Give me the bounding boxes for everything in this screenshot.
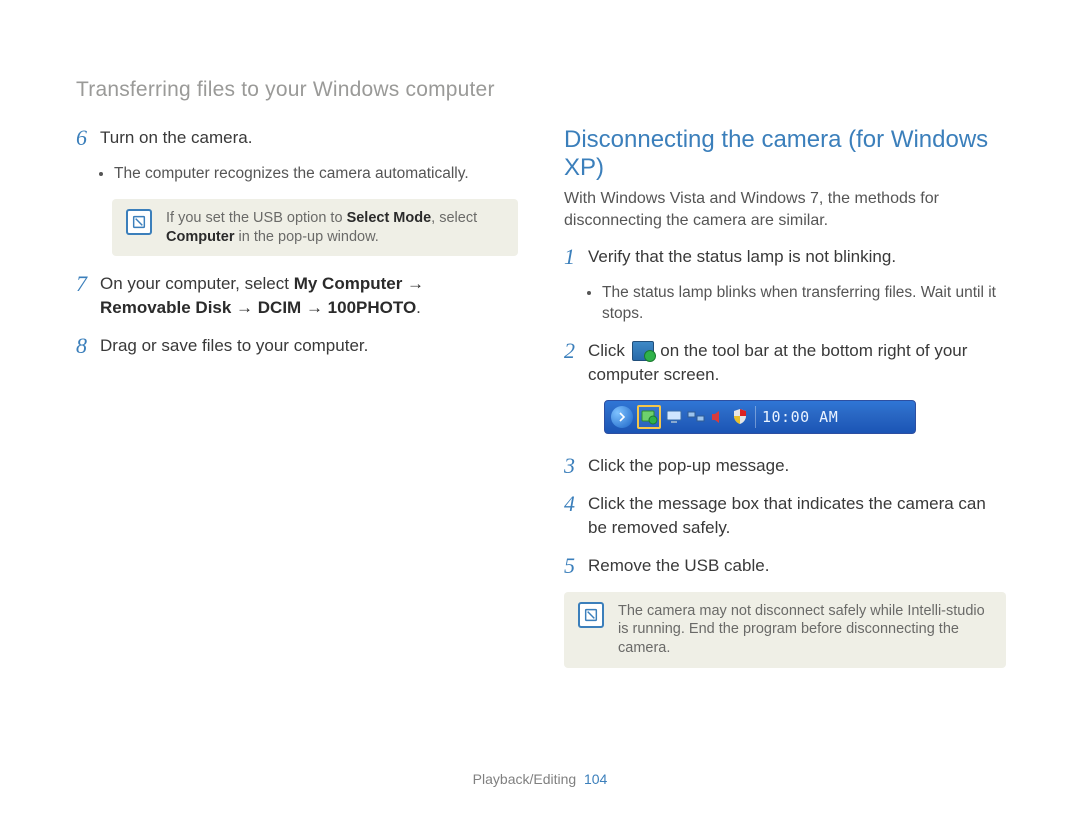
left-column: 6 Turn on the camera. The computer recog… [76, 126, 518, 684]
step-number: 7 [76, 272, 90, 295]
section-heading: Disconnecting the camera (for Windows XP… [564, 126, 1006, 182]
taskbar-figure: 10:00 AM [604, 400, 1006, 434]
shield-icon [731, 408, 749, 426]
tray-clock: 10:00 AM [762, 408, 838, 426]
step-3: 3 Click the pop-up message. [564, 454, 1006, 478]
network-icon [687, 408, 705, 426]
step-number: 1 [564, 245, 578, 268]
note-text: If you set the USB option to Select Mode… [166, 209, 504, 247]
step-6: 6 Turn on the camera. [76, 126, 518, 150]
step-text: Drag or save files to your computer. [100, 334, 518, 358]
section-intro: With Windows Vista and Windows 7, the me… [564, 188, 1006, 231]
footer-section: Playback/Editing [473, 771, 577, 787]
step-text: Remove the USB cable. [588, 554, 1006, 578]
step-number: 5 [564, 554, 578, 577]
volume-icon [709, 408, 727, 426]
step-number: 6 [76, 126, 90, 149]
step-6-sub: The computer recognizes the camera autom… [76, 164, 518, 185]
expand-tray-icon [611, 406, 633, 428]
tray-icons [637, 405, 749, 429]
page-number: 104 [584, 771, 607, 787]
step-text: Verify that the status lamp is not blink… [588, 245, 1006, 269]
content-columns: 6 Turn on the camera. The computer recog… [76, 126, 1006, 684]
tray-separator [755, 406, 756, 428]
step-2: 2 Click on the tool bar at the bottom ri… [564, 339, 1006, 387]
safely-remove-icon [632, 341, 654, 361]
step-text: Click the pop-up message. [588, 454, 1006, 478]
step-1: 1 Verify that the status lamp is not bli… [564, 245, 1006, 269]
note-text: The camera may not disconnect safely whi… [618, 602, 992, 659]
note-icon [578, 602, 604, 628]
page-footer: Playback/Editing 104 [0, 771, 1080, 787]
step-text: Turn on the camera. [100, 126, 518, 150]
step-number: 3 [564, 454, 578, 477]
sub-item: The computer recognizes the camera autom… [114, 164, 518, 185]
step-number: 4 [564, 492, 578, 515]
step-1-sub: The status lamp blinks when transferring… [564, 283, 1006, 325]
step-number: 8 [76, 334, 90, 357]
page-title: Transferring files to your Windows compu… [76, 78, 1006, 102]
step-5: 5 Remove the USB cable. [564, 554, 1006, 578]
safely-remove-tray-icon [640, 408, 658, 426]
display-icon [665, 408, 683, 426]
safely-remove-tray-highlight [637, 405, 661, 429]
note-usb-option: If you set the USB option to Select Mode… [112, 199, 518, 257]
note-icon [126, 209, 152, 235]
right-column: Disconnecting the camera (for Windows XP… [564, 126, 1006, 684]
step-text: Click on the tool bar at the bottom righ… [588, 339, 1006, 387]
step-7: 7 On your computer, select My Computer →… [76, 272, 518, 320]
xp-taskbar: 10:00 AM [604, 400, 916, 434]
step-8: 8 Drag or save files to your computer. [76, 334, 518, 358]
sub-item: The status lamp blinks when transferring… [602, 283, 1006, 325]
step-text: Click the message box that indicates the… [588, 492, 1006, 540]
step-4: 4 Click the message box that indicates t… [564, 492, 1006, 540]
note-intelli-studio: The camera may not disconnect safely whi… [564, 592, 1006, 669]
step-number: 2 [564, 339, 578, 362]
manual-page: Transferring files to your Windows compu… [0, 0, 1080, 815]
step-text: On your computer, select My Computer → R… [100, 272, 518, 320]
